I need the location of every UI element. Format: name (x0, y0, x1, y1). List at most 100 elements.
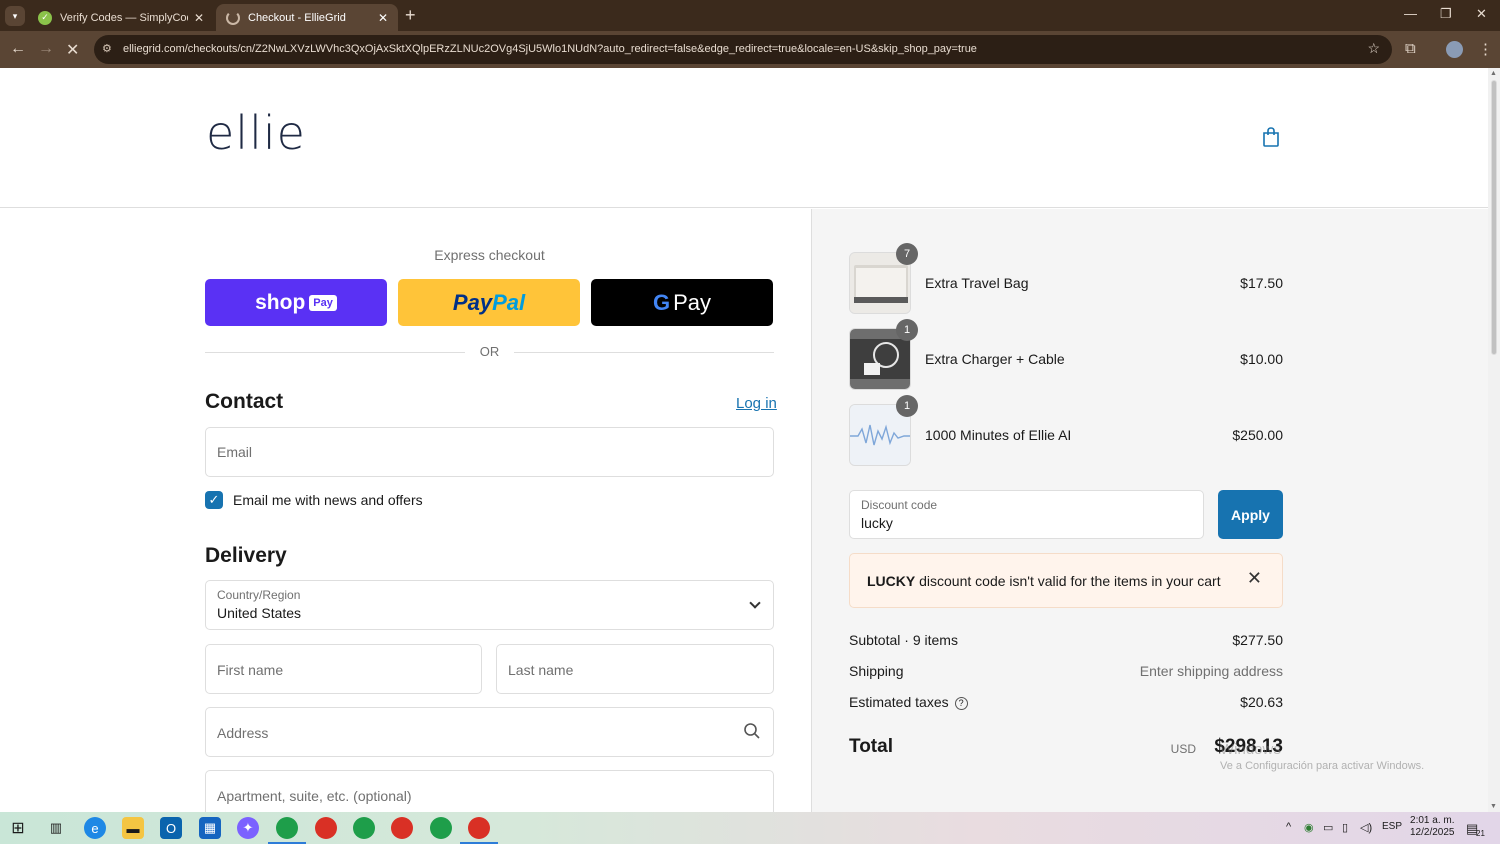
google-pay-button[interactable]: G Pay (591, 279, 773, 326)
extensions-icon[interactable]: ⧉ (1405, 40, 1416, 57)
tab-simplycodes[interactable]: ✓ Verify Codes — SimplyCodes ✕ (28, 4, 214, 31)
shop-pay-badge: Pay (309, 294, 337, 311)
shipping-label: Shipping (849, 663, 904, 679)
battery-icon[interactable]: ▯ (1342, 821, 1348, 834)
chrome-profile-icon[interactable] (460, 817, 498, 844)
shopping-bag-icon[interactable] (1262, 127, 1280, 147)
address-placeholder: Address (217, 725, 269, 741)
last-name-placeholder: Last name (508, 662, 574, 678)
country-select[interactable]: Country/Region United States (205, 580, 774, 630)
last-name-field[interactable]: Last name (496, 644, 774, 694)
scrollbar-thumb[interactable] (1491, 80, 1497, 355)
loading-spinner-icon (226, 10, 240, 25)
alert-message: LUCKY discount code isn't valid for the … (867, 573, 1221, 589)
first-name-field[interactable]: First name (205, 644, 482, 694)
discount-code-field[interactable]: Discount code lucky (849, 490, 1204, 539)
newsletter-checkbox[interactable]: ✓ (205, 491, 223, 509)
tab-title: Checkout - EllieGrid (248, 11, 346, 24)
menu-icon[interactable]: ⋮ (1478, 40, 1493, 58)
address-bar[interactable]: ⚙ elliegrid.com/checkouts/cn/Z2NwLXVzLWV… (94, 35, 1392, 64)
item-name: 1000 Minutes of Ellie AI (925, 427, 1072, 443)
apply-button[interactable]: Apply (1218, 490, 1283, 539)
or-divider: OR (205, 344, 774, 362)
chrome-profile-icon[interactable] (353, 817, 375, 839)
clock[interactable]: 2:01 a. m. 12/2/2025 (1410, 815, 1455, 839)
chrome-profile-icon[interactable] (430, 817, 452, 839)
forward-icon[interactable]: → (38, 40, 54, 58)
site-settings-icon[interactable]: ⚙ (102, 42, 112, 55)
bookmark-star-icon[interactable]: ☆ (1367, 40, 1380, 57)
language-indicator[interactable]: ESP (1382, 821, 1402, 832)
site-header: ellie (0, 68, 1488, 208)
chevron-down-icon (749, 597, 761, 609)
paypal-wordmark-part1: Pay (452, 289, 493, 315)
store-icon[interactable]: ▦ (199, 817, 221, 839)
notification-count: 21 (1476, 829, 1485, 838)
apartment-field[interactable]: Apartment, suite, etc. (optional) (205, 770, 774, 812)
paypal-button[interactable]: Pay Pal (398, 279, 580, 326)
stop-icon[interactable]: ✕ (66, 40, 79, 60)
profile-icon[interactable] (1446, 41, 1463, 58)
scroll-down-icon[interactable]: ▼ (1490, 803, 1497, 810)
discount-value: lucky (861, 515, 893, 531)
search-icon (744, 723, 760, 739)
close-window-icon[interactable]: ✕ (1476, 6, 1487, 22)
alert-code: LUCKY (867, 573, 916, 589)
windows-activation-hint: Ve a Configuración para activar Windows. (1220, 760, 1425, 772)
windows-start-icon[interactable]: ⊞ (7, 817, 29, 839)
first-name-placeholder: First name (217, 662, 284, 678)
copilot-icon[interactable]: ✦ (237, 817, 259, 839)
close-tab-icon[interactable]: ✕ (194, 11, 204, 25)
tab-title: Verify Codes — SimplyCodes (60, 11, 188, 24)
ellie-logo[interactable]: ellie (206, 106, 306, 160)
restore-icon[interactable]: ❐ (1440, 6, 1452, 22)
email-field[interactable]: Email (205, 427, 774, 477)
scroll-up-icon[interactable]: ▲ (1490, 70, 1497, 77)
newsletter-label[interactable]: Email me with news and offers (233, 492, 423, 508)
delivery-heading: Delivery (205, 544, 287, 567)
subtotal-row: Subtotal · 9 items $277.50 (849, 632, 1283, 648)
taxes-value: $20.63 (1240, 694, 1283, 710)
network-icon[interactable]: ▭ (1323, 821, 1333, 834)
checkout-page: ellie Express checkout shop Pay Pay Pal G… (0, 68, 1488, 812)
quantity-badge: 1 (896, 319, 918, 341)
simplycodes-favicon-icon: ✓ (38, 10, 52, 25)
contact-heading: Contact (205, 390, 284, 413)
shop-pay-button[interactable]: shop Pay (205, 279, 387, 326)
chrome-icon[interactable] (268, 817, 306, 844)
taxes-label: Estimated taxes (849, 694, 949, 710)
subtotal-label: Subtotal · 9 items (849, 632, 958, 648)
page-scrollbar[interactable]: ▲ ▼ (1488, 68, 1500, 812)
shipping-row: Shipping Enter shipping address (849, 663, 1283, 679)
volume-icon[interactable]: ◁) (1360, 821, 1372, 834)
country-value: United States (217, 605, 302, 621)
outlook-icon[interactable]: O (160, 817, 182, 839)
chrome-profile-icon[interactable] (391, 817, 413, 839)
help-icon[interactable]: ? (954, 697, 968, 710)
close-icon[interactable]: ✕ (1247, 568, 1262, 589)
back-icon[interactable]: ← (10, 40, 26, 58)
quantity-badge: 1 (896, 395, 918, 417)
windows-taskbar: ⊞ ▥ e ▬ O ▦ ✦ ^ ◉ ▭ ▯ ◁) ESP 2:01 a. m. … (0, 812, 1500, 844)
tab-list-icon[interactable]: ▾ (5, 6, 25, 26)
cart-item: 1 Extra Charger + Cable $10.00 (849, 319, 1283, 390)
show-hidden-icons-icon[interactable]: ^ (1286, 821, 1291, 833)
new-tab-icon[interactable]: + (405, 5, 416, 26)
edge-icon[interactable]: e (84, 817, 106, 839)
minimize-icon[interactable]: — (1404, 6, 1417, 21)
total-row: Total USD $298.13 (849, 736, 1283, 758)
discount-label: Discount code (861, 498, 938, 512)
login-link[interactable]: Log in (736, 395, 777, 412)
cart-item: 7 Extra Travel Bag $17.50 (849, 243, 1283, 314)
close-tab-icon[interactable]: ✕ (378, 11, 388, 25)
or-label: OR (479, 344, 500, 359)
file-explorer-icon[interactable]: ▬ (122, 817, 144, 839)
task-view-icon[interactable]: ▥ (45, 817, 67, 839)
chrome-profile-icon[interactable] (315, 817, 337, 839)
sync-icon[interactable]: ◉ (1304, 821, 1314, 834)
url-text[interactable]: elliegrid.com/checkouts/cn/Z2NwLXVzLWVhc… (123, 43, 977, 55)
address-field[interactable]: Address (205, 707, 774, 757)
clock-date: 12/2/2025 (1410, 827, 1455, 838)
currency-label: USD (1170, 742, 1196, 756)
tab-checkout[interactable]: Checkout - EllieGrid ✕ (216, 4, 398, 31)
